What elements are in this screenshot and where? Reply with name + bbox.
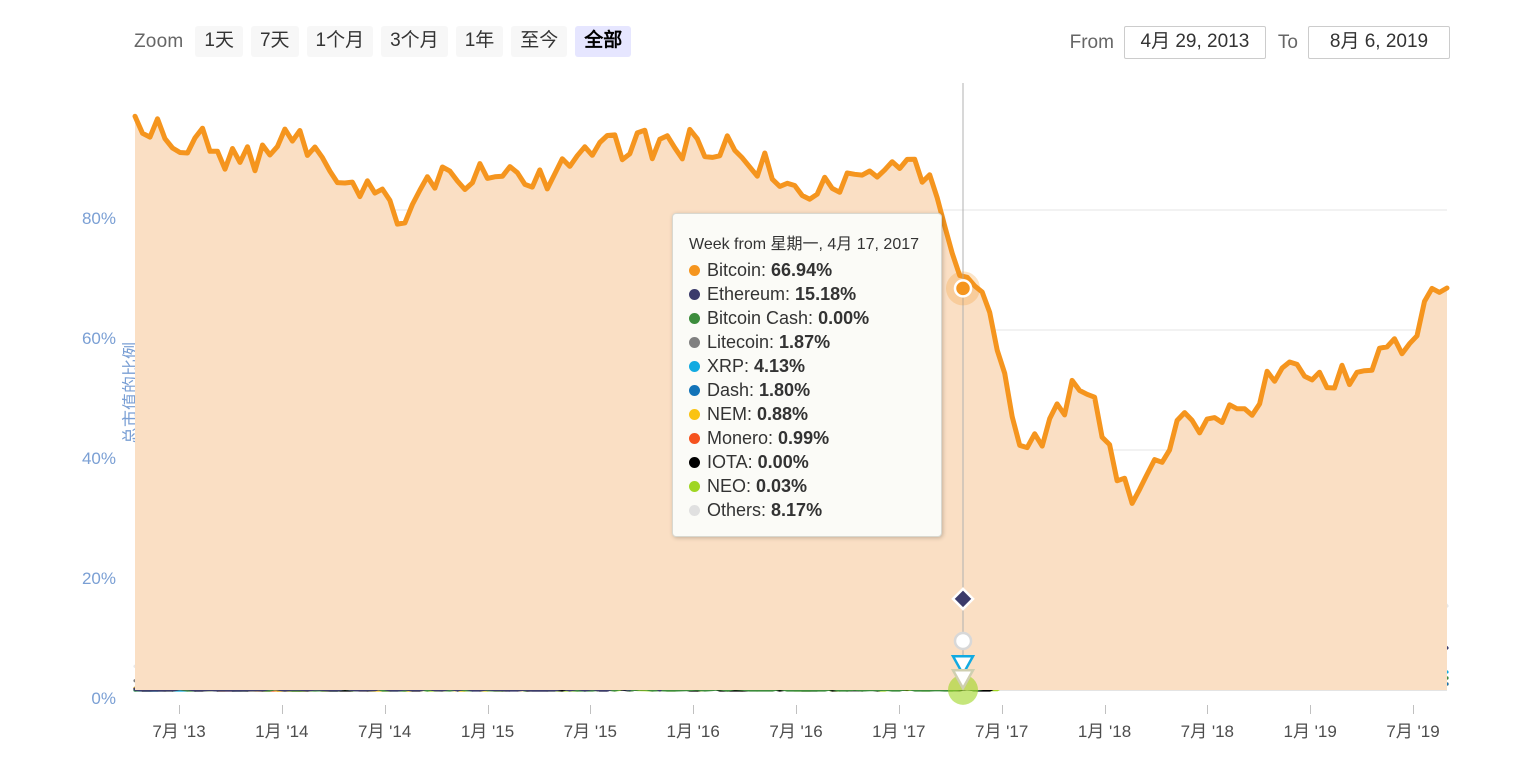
series-color-dot-icon [689, 288, 700, 300]
tooltip-series-name: Dash: [707, 380, 755, 400]
x-axis-tick-mark [1310, 705, 1312, 714]
x-axis-tick-label: 7月 '17 [974, 722, 1029, 741]
x-axis-tick-mark [384, 705, 386, 714]
market-dominance-chart-page: Zoom 1天 7天 1个月 3个月 1年 至今 全部 From 4月 29, … [0, 0, 1522, 764]
x-axis-tick-mark [693, 705, 695, 714]
x-axis-tick-label: 1月 '15 [460, 722, 515, 741]
x-axis-tick-label: 1月 '14 [255, 722, 309, 741]
tooltip-series-value: 0.99% [778, 428, 830, 448]
series-color-dot-icon [689, 336, 700, 348]
series-color-dot-icon [689, 480, 700, 492]
tooltip-series-name: Others: [707, 500, 767, 520]
series-color-dot-icon [689, 360, 700, 372]
zoom-button-1m[interactable]: 1个月 [306, 26, 374, 57]
x-axis-tick-mark [898, 705, 900, 714]
zoom-button-7d[interactable]: 7天 [250, 26, 299, 57]
series-color-dot-icon [689, 432, 700, 444]
chart-container: 总市值的比例 0% 20% 40% 60% 80% 7月 '13 1月 '14 7月 '14… [0, 74, 1522, 764]
series-color-dot-icon [689, 384, 700, 396]
series-tooltip: Week from 星期一, 4月 17, 2017 Bitcoin: 66.94… [672, 213, 942, 537]
x-axis-tick-label: 1月 '19 [1283, 722, 1337, 741]
from-label: From [1069, 31, 1114, 53]
tooltip-row: Monero: 0.99% [687, 426, 927, 450]
y-axis-tick-label: 60% [81, 329, 116, 348]
tooltip-row: NEM: 0.88% [687, 402, 927, 426]
range-selector-bar: Zoom 1天 7天 1个月 3个月 1年 至今 全部 From 4月 29, … [0, 0, 1522, 74]
series-color-dot-icon [689, 264, 700, 276]
tooltip-series-name: NEM: [707, 404, 752, 424]
tooltip-header: Week from 星期一, 4月 17, 2017 [689, 236, 920, 253]
y-axis-tick-label: 40% [81, 449, 116, 468]
x-axis-tick-mark [796, 705, 797, 714]
tooltip-series-value: 0.88% [757, 404, 809, 424]
x-axis-tick-mark [281, 705, 283, 714]
zoom-button-1d[interactable]: 1天 [195, 26, 243, 57]
tooltip-row: NEO: 0.03% [687, 474, 927, 498]
zoom-button-group: Zoom 1天 7天 1个月 3个月 1年 至今 全部 [134, 26, 639, 57]
x-axis-tick-label: 7月 '18 [1180, 722, 1234, 741]
series-color-dot-icon [689, 408, 700, 420]
y-axis-tick-label: 80% [81, 209, 116, 228]
series-color-dot-icon [689, 456, 700, 468]
series-color-dot-icon [689, 504, 700, 516]
tooltip-series-name: NEO: [707, 476, 752, 496]
tooltip-series-name: IOTA: [707, 452, 753, 472]
zoom-label: Zoom [134, 30, 184, 52]
to-date-input[interactable]: 8月 6, 2019 [1308, 26, 1450, 59]
hover-marker-bitcoin [953, 279, 973, 298]
x-axis-tick-mark [1413, 705, 1414, 714]
tooltip-series-name: Ethereum: [707, 284, 791, 304]
x-axis-tick-mark [590, 705, 592, 714]
tooltip-row: Litecoin: 1.87% [687, 330, 927, 354]
x-axis-tick-label: 7月 '19 [1386, 722, 1440, 741]
x-axis-tick-label: 1月 '17 [872, 722, 926, 741]
tooltip-series-name: Bitcoin Cash: [707, 308, 814, 328]
x-axis-tick-mark [1104, 705, 1106, 714]
tooltip-series-value: 15.18% [795, 284, 857, 304]
tooltip-series-name: Litecoin: [707, 332, 775, 352]
y-axis-tick-label: 20% [81, 569, 116, 588]
tooltip-row: Others: 8.17% [687, 498, 927, 522]
tooltip-row: XRP: 4.13% [687, 354, 927, 378]
tooltip-series-value: 4.13% [754, 356, 806, 376]
x-axis-tick-mark [487, 705, 489, 714]
zoom-button-all[interactable]: 全部 [575, 26, 632, 57]
tooltip-series-value: 1.80% [759, 380, 811, 400]
to-label: To [1277, 31, 1298, 53]
tooltip-series-value: 0.00% [818, 308, 870, 328]
tooltip-rows: Bitcoin: 66.94% Ethereum: 15.18% Bitcoin Cas… [687, 258, 927, 522]
zoom-button-ytd[interactable]: 至今 [511, 26, 568, 57]
tooltip-row: Ethereum: 15.18% [687, 282, 927, 306]
zoom-button-3m[interactable]: 3个月 [381, 26, 448, 57]
tooltip-series-name: Bitcoin: [707, 260, 767, 280]
from-date-input[interactable]: 4月 29, 2013 [1123, 26, 1266, 59]
x-axis-tick-mark [1207, 705, 1209, 714]
x-axis-tick-mark [1001, 705, 1003, 714]
x-axis-tick-label: 1月 '16 [666, 722, 720, 741]
tooltip-series-value: 0.03% [756, 476, 808, 496]
tooltip-row: IOTA: 0.00% [687, 450, 927, 474]
x-axis-tick-label: 7月 '14 [357, 722, 412, 741]
tooltip-series-value: 66.94% [771, 260, 833, 280]
tooltip-series-value: 1.87% [779, 332, 831, 352]
series-color-dot-icon [689, 312, 700, 324]
y-axis-tick-label: 0% [91, 689, 116, 708]
tooltip-series-value: 0.00% [757, 452, 809, 472]
date-range-inputs: From 4月 29, 2013 To 8月 6, 2019 [1070, 26, 1450, 59]
hover-marker-others [953, 631, 973, 651]
tooltip-series-value: 8.17% [771, 500, 823, 520]
tooltip-row: Dash: 1.80% [687, 378, 927, 402]
tooltip-series-name: XRP: [707, 356, 750, 376]
x-axis-tick-label: 7月 '15 [563, 722, 617, 741]
tooltip-row: Bitcoin Cash: 0.00% [687, 306, 927, 330]
tooltip-series-name: Monero: [707, 428, 774, 448]
x-axis-tick-label: 1月 '18 [1077, 722, 1132, 741]
tooltip-row: Bitcoin: 66.94% [687, 258, 927, 282]
x-axis-tick-label: 7月 '16 [769, 722, 823, 741]
zoom-button-1y[interactable]: 1年 [455, 26, 504, 57]
x-axis-tick-label: 7月 '13 [152, 722, 206, 741]
x-axis-tick-mark [179, 705, 180, 714]
